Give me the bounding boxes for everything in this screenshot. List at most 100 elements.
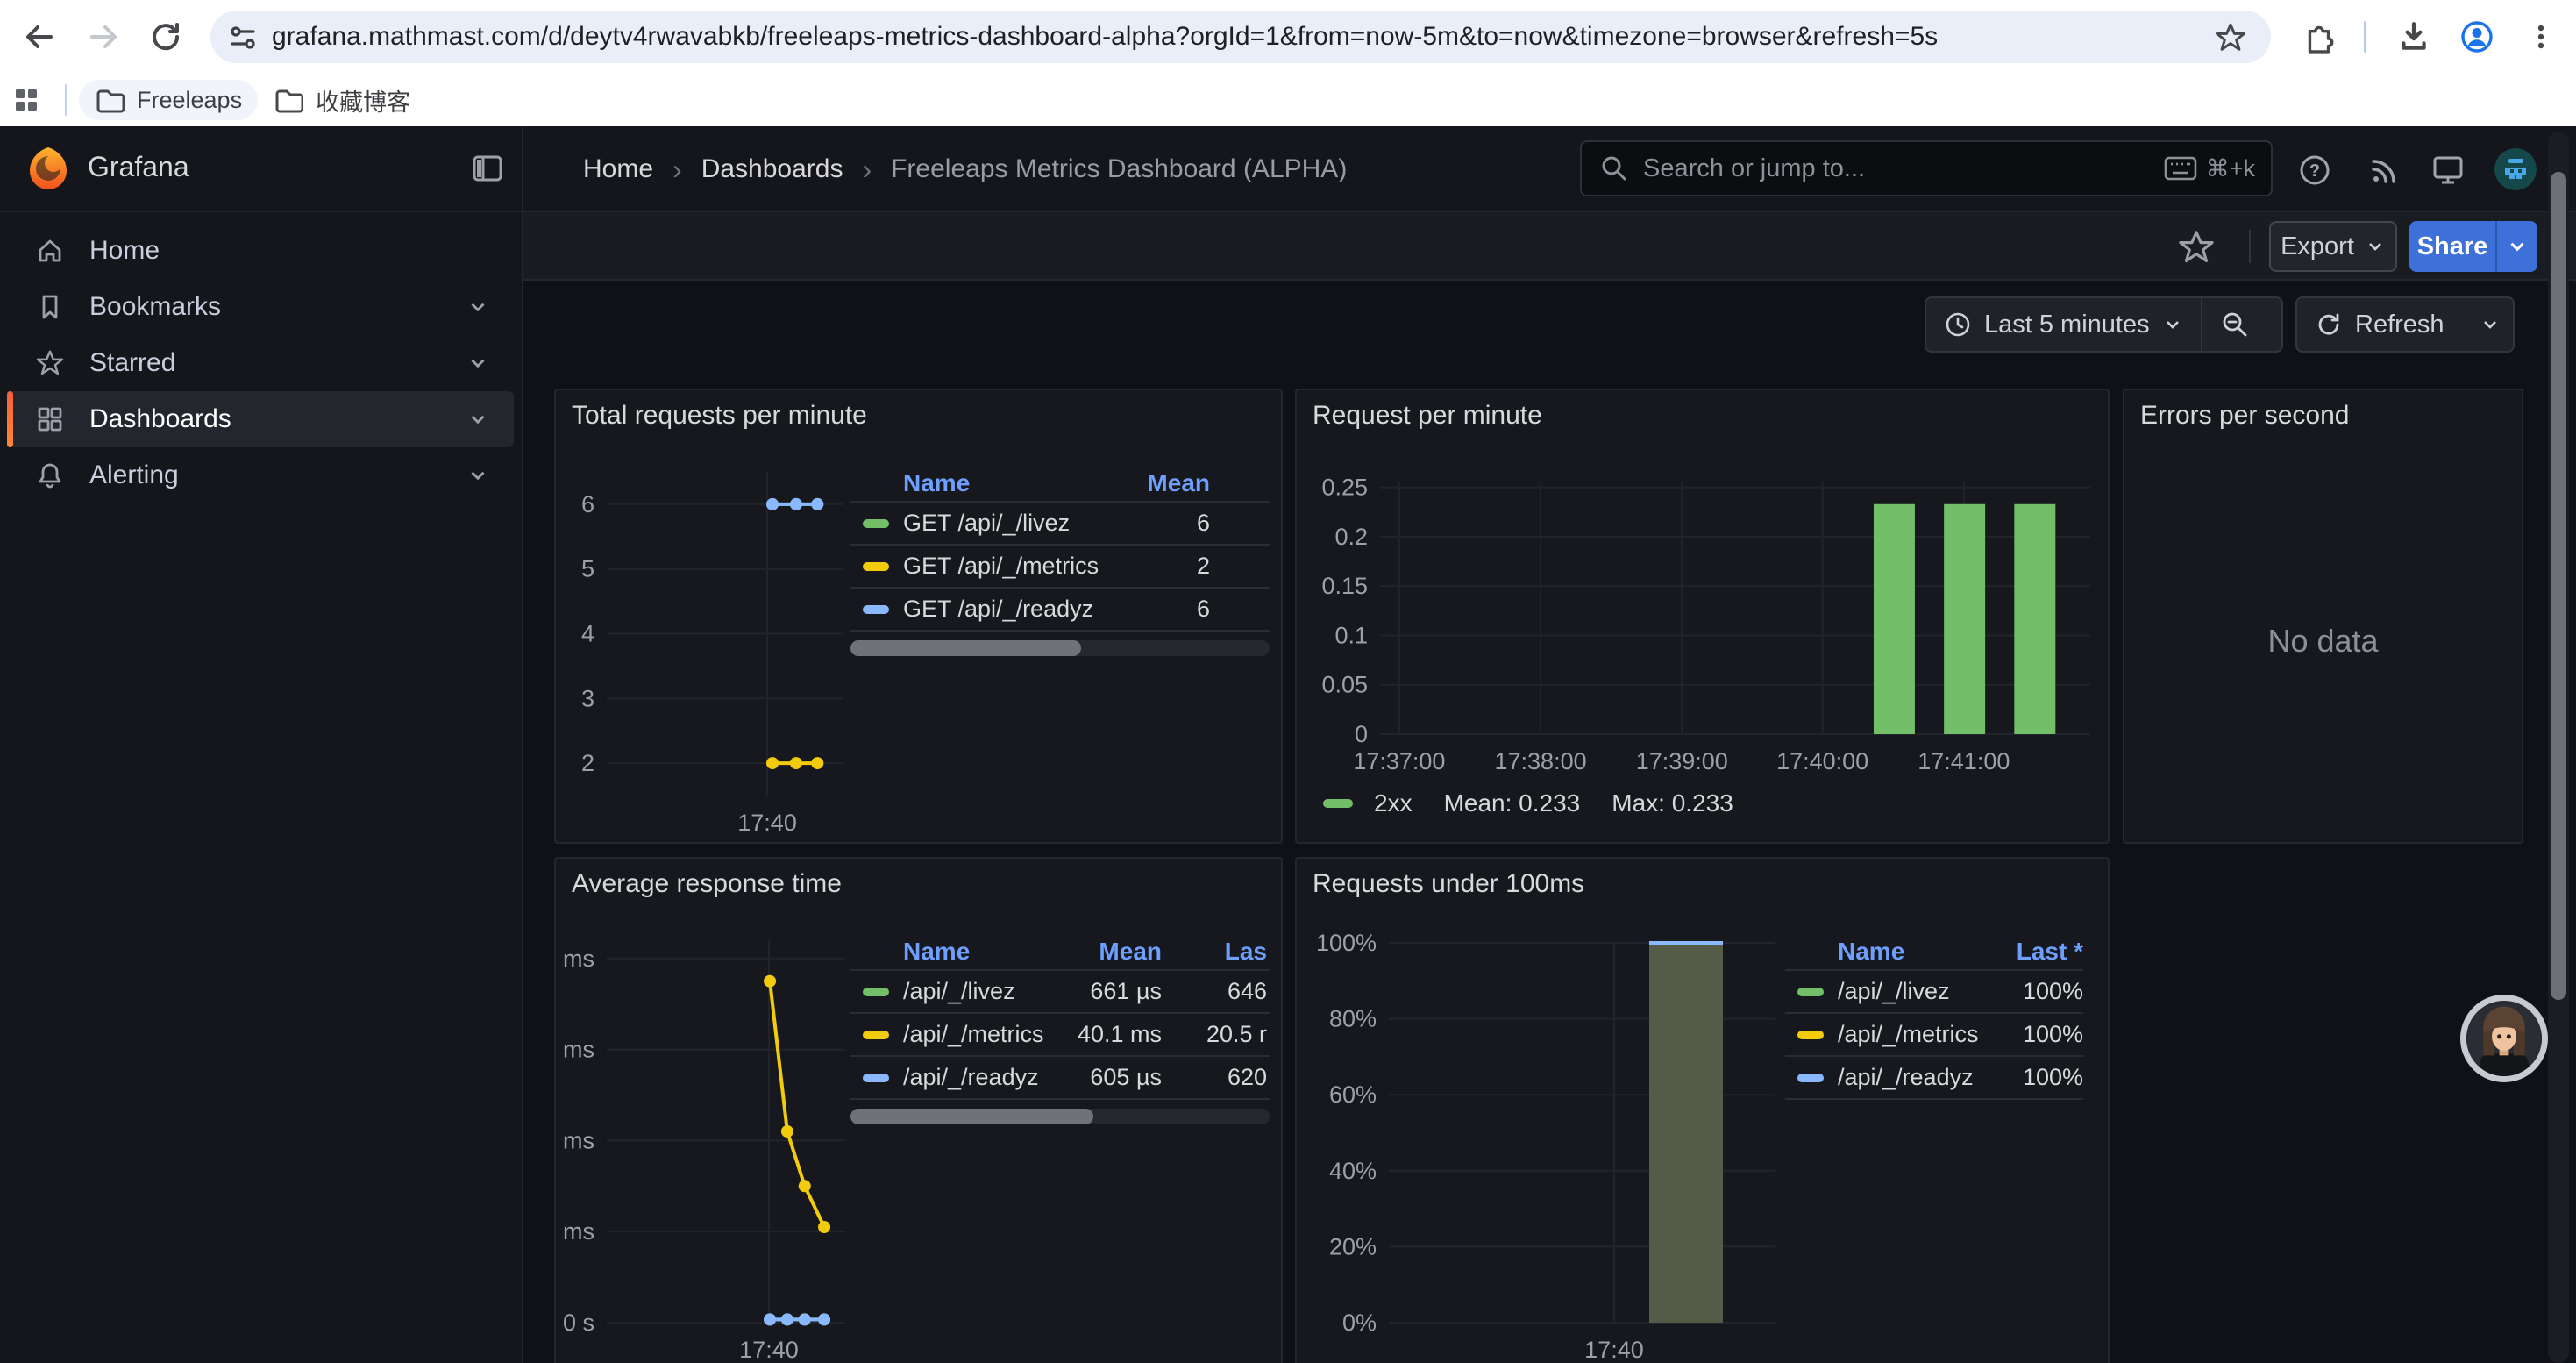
assistant-avatar[interactable] bbox=[2460, 995, 2548, 1082]
svg-text:5: 5 bbox=[581, 556, 594, 582]
legend-series-name[interactable]: /api/_/readyz bbox=[1838, 1064, 1974, 1091]
legend-row: GET /api/_/livez 6 bbox=[850, 503, 1270, 546]
breadcrumb: Home › Dashboards › Freeleaps Metrics Da… bbox=[583, 151, 1347, 188]
svg-text:0.05: 0.05 bbox=[1321, 672, 1368, 698]
chevron-down-icon[interactable] bbox=[466, 408, 489, 431]
breadcrumb-separator: › bbox=[862, 153, 872, 186]
legend-table: NameLast * /api/_/livez 100% /api/_/metrics… bbox=[1785, 934, 2083, 1100]
legend-value: 2 bbox=[1140, 553, 1210, 580]
forward-icon[interactable] bbox=[75, 9, 132, 65]
svg-text:4: 4 bbox=[581, 621, 594, 647]
legend-col-header[interactable]: Mean bbox=[1140, 469, 1210, 497]
user-avatar[interactable] bbox=[2494, 148, 2537, 190]
url-bar[interactable]: grafana.mathmast.com/d/deytv4rwavabkb/fr… bbox=[210, 11, 2271, 63]
share-dropdown-button[interactable] bbox=[2497, 221, 2537, 272]
legend-value: 40.1 ms bbox=[1070, 1021, 1162, 1048]
svg-text:2: 2 bbox=[581, 750, 594, 776]
sidebar-item-bookmarks[interactable]: Bookmarks bbox=[7, 279, 514, 335]
series-color-dash bbox=[863, 988, 889, 996]
panel-title[interactable]: Errors per second bbox=[2140, 401, 2349, 431]
legend-value: 100% bbox=[2000, 978, 2083, 1005]
share-button-label[interactable]: Share bbox=[2409, 221, 2495, 272]
bookmark-folder-blogs[interactable]: 收藏博客 bbox=[258, 80, 426, 120]
legend-series-name[interactable]: /api/_/readyz bbox=[903, 1064, 1039, 1091]
breadcrumb-current: Freeleaps Metrics Dashboard (ALPHA) bbox=[891, 154, 1347, 184]
legend-col-header[interactable]: Name bbox=[850, 938, 1070, 966]
legend-header: NameMean bbox=[850, 466, 1270, 503]
svg-text:17:38:00: 17:38:00 bbox=[1495, 748, 1587, 774]
chevron-down-icon[interactable] bbox=[466, 464, 489, 487]
downloads-icon[interactable] bbox=[2386, 9, 2442, 65]
news-rss-icon[interactable] bbox=[2366, 151, 2404, 189]
legend-row: /api/_/readyz605 µs620 bbox=[850, 1057, 1270, 1100]
help-icon[interactable]: ? bbox=[2295, 151, 2334, 189]
legend-table: NameMeanLas/api/_/livez661 µs646/api/_/m… bbox=[850, 934, 1270, 1124]
svg-text:3: 3 bbox=[581, 685, 594, 711]
legend-scrollbar-thumb[interactable] bbox=[850, 640, 1081, 656]
legend-col-header[interactable]: Las bbox=[1162, 938, 1267, 966]
refresh-interval-dropdown[interactable] bbox=[2462, 298, 2518, 351]
chevron-down-icon bbox=[2480, 314, 2501, 335]
breadcrumb-home[interactable]: Home bbox=[583, 154, 653, 184]
reload-icon[interactable] bbox=[138, 9, 194, 65]
sidebar-item-home[interactable]: Home bbox=[7, 223, 514, 279]
legend-col-header[interactable]: Name bbox=[1785, 938, 2000, 966]
back-icon[interactable] bbox=[11, 9, 68, 65]
browser-menu-icon[interactable] bbox=[2513, 9, 2569, 65]
legend-scrollbar-track bbox=[850, 640, 1270, 656]
dock-menu-icon[interactable] bbox=[470, 151, 505, 186]
grafana-logo[interactable] bbox=[26, 146, 70, 193]
bar-chart[interactable]: 0.250.20.150.10.05017:37:0017:38:0017:39… bbox=[1297, 390, 2110, 844]
svg-text:6: 6 bbox=[581, 491, 594, 517]
home-icon bbox=[35, 236, 65, 266]
brand-name[interactable]: Grafana bbox=[88, 151, 189, 183]
bookmark-folder-freeleaps[interactable]: Freeleaps bbox=[79, 80, 258, 120]
legend-series-name[interactable]: /api/_/livez bbox=[1838, 978, 1950, 1005]
legend-series-name[interactable]: GET /api/_/readyz bbox=[903, 596, 1093, 623]
legend-col-header[interactable]: Last * bbox=[2000, 938, 2083, 966]
breadcrumb-dashboards[interactable]: Dashboards bbox=[701, 154, 843, 184]
sidebar-item-dashboards[interactable]: Dashboards bbox=[7, 391, 514, 447]
dashboards-grid-icon bbox=[35, 404, 65, 434]
legend-col-header[interactable]: Mean bbox=[1070, 938, 1162, 966]
legend-row: GET /api/_/metrics 2 bbox=[850, 546, 1270, 589]
url-text[interactable]: grafana.mathmast.com/d/deytv4rwavabkb/fr… bbox=[272, 22, 2183, 52]
site-settings-icon[interactable] bbox=[228, 23, 258, 53]
legend-series-name[interactable]: /api/_/metrics bbox=[903, 1021, 1044, 1048]
refresh-button[interactable]: Refresh bbox=[2297, 298, 2462, 351]
svg-text:17:40:00: 17:40:00 bbox=[1776, 748, 1868, 774]
series-color-dash bbox=[863, 1031, 889, 1039]
legend-series-name[interactable]: /api/_/livez bbox=[903, 978, 1015, 1005]
legend-series-name[interactable]: /api/_/metrics bbox=[1838, 1021, 1979, 1048]
legend-value: 100% bbox=[2000, 1064, 2083, 1091]
time-range-picker[interactable]: Last 5 minutes bbox=[1926, 298, 2201, 351]
share-button[interactable]: Share bbox=[2409, 221, 2537, 272]
svg-text:0.15: 0.15 bbox=[1321, 573, 1368, 599]
legend-series-name[interactable]: GET /api/_/metrics bbox=[903, 553, 1099, 580]
chevron-down-icon[interactable] bbox=[466, 296, 489, 318]
profile-icon[interactable] bbox=[2449, 9, 2505, 65]
favorite-star-icon[interactable] bbox=[2177, 228, 2216, 267]
legend-series-name[interactable]: 2xx bbox=[1374, 789, 1413, 817]
legend-series-name[interactable]: GET /api/_/livez bbox=[903, 510, 1070, 537]
kiosk-monitor-icon[interactable] bbox=[2429, 151, 2467, 189]
sidebar-item-starred[interactable]: Starred bbox=[7, 335, 514, 391]
chevron-down-icon[interactable] bbox=[466, 352, 489, 375]
page-scrollbar-thumb[interactable] bbox=[2551, 172, 2566, 1000]
legend-row: /api/_/livez661 µs646 bbox=[850, 971, 1270, 1014]
series-color-dash bbox=[863, 605, 889, 614]
svg-text:100%: 100% bbox=[1316, 930, 1377, 956]
apps-grid-icon[interactable] bbox=[0, 80, 53, 120]
legend-col-header[interactable]: Name bbox=[850, 469, 1140, 497]
legend-value: 6 bbox=[1140, 510, 1210, 537]
bookmark-star-icon[interactable] bbox=[2214, 21, 2247, 54]
legend-scrollbar-track bbox=[850, 1109, 1270, 1124]
zoom-out-button[interactable] bbox=[2202, 298, 2267, 351]
svg-text:17:41:00: 17:41:00 bbox=[1918, 748, 2010, 774]
extensions-icon[interactable] bbox=[2291, 9, 2347, 65]
legend-scrollbar-thumb[interactable] bbox=[850, 1109, 1093, 1124]
search-input[interactable]: Search or jump to... ⌘+k bbox=[1580, 140, 2273, 196]
sidebar-item-label: Alerting bbox=[89, 460, 179, 490]
sidebar-item-alerting[interactable]: Alerting bbox=[7, 447, 514, 503]
export-button[interactable]: Export bbox=[2269, 221, 2397, 272]
